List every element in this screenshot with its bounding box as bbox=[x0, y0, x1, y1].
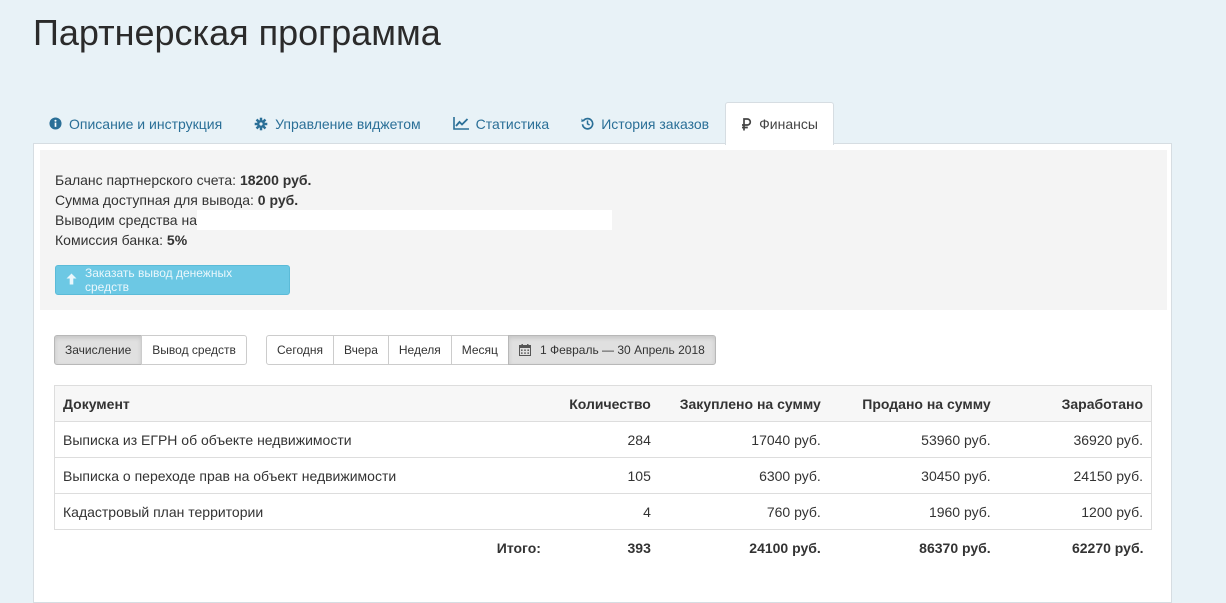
cell-earned: 36920 руб. bbox=[998, 421, 1152, 458]
header-document: Документ bbox=[53, 385, 549, 422]
totals-sold: 86370 руб. bbox=[919, 539, 991, 556]
date-range-button[interactable]: 1 Февраль — 30 Апрель 2018 bbox=[507, 335, 716, 365]
cell-quantity: 284 bbox=[548, 421, 659, 458]
table-header-row: Документ Количество Закуплено на сумму П… bbox=[53, 385, 1152, 422]
header-earned: Заработано bbox=[998, 385, 1152, 422]
history-icon bbox=[581, 117, 594, 130]
cell-earned: 24150 руб. bbox=[998, 457, 1152, 494]
tab-statistics[interactable]: Статистика bbox=[437, 102, 566, 144]
header-bought: Закуплено на сумму bbox=[658, 385, 829, 422]
tab-order-history[interactable]: История заказов bbox=[565, 102, 725, 144]
tab-label: История заказов bbox=[601, 115, 710, 132]
cell-quantity: 105 bbox=[548, 457, 659, 494]
withdraw-to-line: Выводим средства на bbox=[55, 210, 612, 230]
totals-label: Итого: bbox=[496, 539, 541, 556]
totals-earned: 62270 руб. bbox=[1071, 539, 1144, 556]
tab-label: Статистика bbox=[475, 115, 550, 132]
table-row: Кадастровый план территории 4 760 руб. 1… bbox=[53, 493, 1152, 530]
tab-widget-management[interactable]: Управление виджетом bbox=[238, 102, 437, 144]
cell-document: Выписка из ЕГРН об объекте недвижимости bbox=[53, 421, 549, 458]
cell-earned: 1200 руб. bbox=[998, 493, 1152, 530]
header-sold: Продано на сумму bbox=[828, 385, 999, 422]
tab-bar: Описание и инструкция Управление виджето… bbox=[33, 102, 834, 145]
cell-bought: 6300 руб. bbox=[658, 457, 829, 494]
cell-quantity: 4 bbox=[548, 493, 659, 530]
cell-bought: 17040 руб. bbox=[658, 421, 829, 458]
tab-label: Описание и инструкция bbox=[69, 115, 223, 132]
tab-description[interactable]: Описание и инструкция bbox=[33, 102, 238, 144]
commission-value: 5% bbox=[166, 232, 188, 248]
available-value: 0 руб. bbox=[257, 192, 299, 208]
withdraw-request-button[interactable]: Заказать вывод денежных средств bbox=[55, 265, 290, 295]
tab-label: Управление виджетом bbox=[275, 115, 421, 132]
arrow-up-icon bbox=[66, 273, 77, 288]
cell-sold: 30450 руб. bbox=[828, 457, 999, 494]
finance-summary: Баланс партнерского счета: 18200 руб. Су… bbox=[40, 150, 1167, 310]
type-filter-group: Зачисление Вывод средств bbox=[54, 335, 247, 365]
withdraw-target-masked bbox=[196, 210, 612, 230]
withdrawal-button[interactable]: Вывод средств bbox=[141, 335, 247, 365]
cell-document: Выписка о переходе прав на объект недвиж… bbox=[53, 457, 549, 494]
cell-sold: 1960 руб. bbox=[828, 493, 999, 530]
tab-label: Финансы bbox=[759, 116, 818, 132]
totals-row: Итого: 393 24100 руб. 86370 руб. 62270 р… bbox=[55, 530, 1152, 566]
date-range-label: 1 Февраль — 30 Апрель 2018 bbox=[539, 343, 705, 357]
totals-bought: 24100 руб. bbox=[749, 539, 821, 556]
table-row: Выписка о переходе прав на объект недвиж… bbox=[53, 457, 1152, 494]
totals-quantity: 393 bbox=[627, 539, 651, 556]
balance-value: 18200 руб. bbox=[239, 172, 312, 188]
commission-line: Комиссия банка: 5% bbox=[55, 230, 187, 250]
info-circle-icon bbox=[49, 117, 62, 130]
accrual-button[interactable]: Зачисление bbox=[54, 335, 143, 365]
period-filter-group: Сегодня Вчера Неделя Месяц 1 Февраль — 3… bbox=[266, 335, 716, 365]
table-row: Выписка из ЕГРН об объекте недвижимости … bbox=[53, 421, 1152, 458]
week-button[interactable]: Неделя bbox=[387, 335, 452, 365]
tab-finance[interactable]: Финансы bbox=[725, 102, 834, 145]
month-button[interactable]: Месяц bbox=[450, 335, 509, 365]
earnings-table: Документ Количество Закуплено на сумму П… bbox=[53, 385, 1152, 566]
finance-panel: Баланс партнерского счета: 18200 руб. Су… bbox=[33, 143, 1172, 603]
yesterday-button[interactable]: Вчера bbox=[333, 335, 389, 365]
line-chart-icon bbox=[452, 117, 469, 130]
ruble-icon bbox=[741, 117, 752, 131]
available-line: Сумма доступная для вывода: 0 руб. bbox=[55, 190, 298, 210]
gear-icon bbox=[254, 117, 268, 131]
cell-bought: 760 руб. bbox=[658, 493, 829, 530]
today-button[interactable]: Сегодня bbox=[266, 335, 334, 365]
balance-label: Баланс партнерского счета: bbox=[55, 172, 237, 188]
cell-sold: 53960 руб. bbox=[828, 421, 999, 458]
commission-label: Комиссия банка: bbox=[55, 232, 164, 248]
page-title: Партнерская программа bbox=[33, 12, 441, 53]
available-label: Сумма доступная для вывода: bbox=[55, 192, 254, 208]
withdraw-request-label: Заказать вывод денежных средств bbox=[85, 266, 233, 294]
withdraw-to-label: Выводим средства на bbox=[55, 212, 197, 228]
header-quantity: Количество bbox=[548, 385, 659, 422]
cell-document: Кадастровый план территории bbox=[53, 493, 549, 530]
balance-line: Баланс партнерского счета: 18200 руб. bbox=[55, 170, 311, 190]
calendar-icon bbox=[518, 344, 531, 356]
